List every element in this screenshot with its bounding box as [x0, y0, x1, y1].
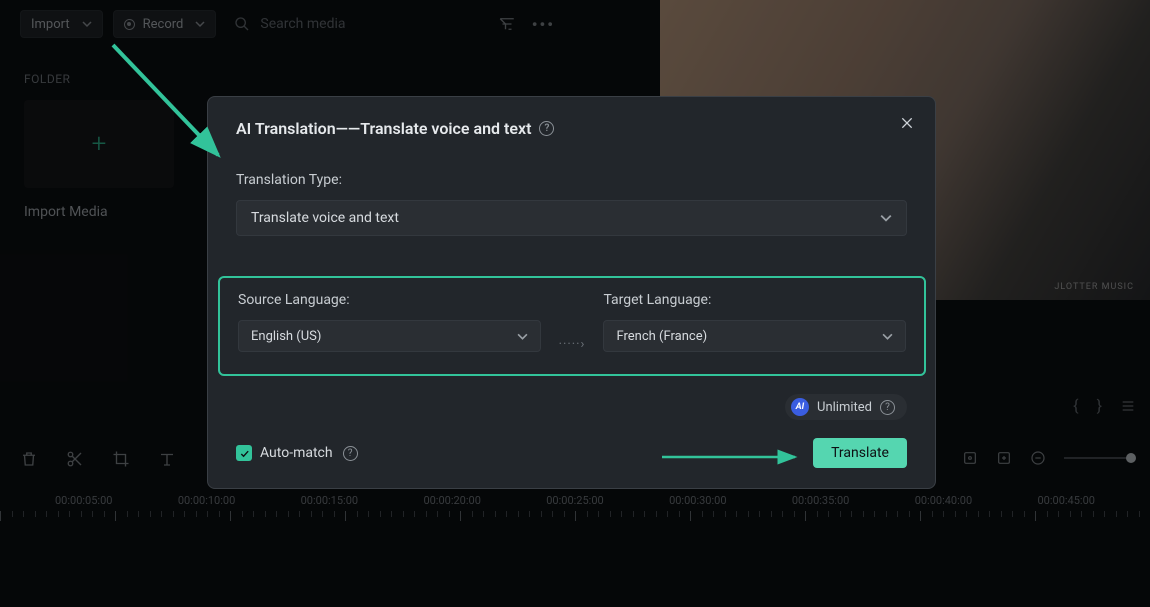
- translation-type-value: Translate voice and text: [251, 210, 399, 226]
- help-icon[interactable]: ?: [343, 446, 358, 461]
- target-language-value: French (France): [616, 329, 707, 344]
- target-language-label: Target Language:: [603, 292, 906, 308]
- auto-match-label: Auto-match: [260, 445, 333, 461]
- translate-button[interactable]: Translate: [813, 438, 907, 468]
- source-language-value: English (US): [251, 329, 321, 344]
- chevron-down-icon: [880, 212, 892, 224]
- direction-arrow-icon: ·····›: [559, 337, 586, 352]
- unlimited-label: Unlimited: [817, 400, 872, 415]
- modal-title-row: AI Translation——Translate voice and text…: [236, 119, 907, 138]
- help-icon[interactable]: ?: [539, 121, 554, 136]
- unlimited-badge: AI Unlimited ?: [785, 394, 907, 420]
- chevron-down-icon: [882, 331, 893, 342]
- chevron-down-icon: [517, 331, 528, 342]
- help-icon[interactable]: ?: [880, 400, 895, 415]
- ai-icon: AI: [791, 398, 809, 416]
- close-button[interactable]: [899, 115, 915, 135]
- language-selection-highlight: Source Language: English (US) ·····› Tar…: [218, 276, 926, 376]
- modal-bottom-row: Auto-match ? Translate: [236, 438, 907, 468]
- source-language-select[interactable]: English (US): [238, 320, 541, 352]
- source-language-col: Source Language: English (US): [238, 292, 541, 352]
- translation-type-select[interactable]: Translate voice and text: [236, 200, 907, 236]
- target-language-col: Target Language: French (France): [603, 292, 906, 352]
- source-language-label: Source Language:: [238, 292, 541, 308]
- auto-match-checkbox[interactable]: [236, 445, 252, 461]
- modal-title: AI Translation——Translate voice and text: [236, 119, 531, 138]
- target-language-select[interactable]: French (France): [603, 320, 906, 352]
- translation-type-label: Translation Type:: [236, 172, 907, 188]
